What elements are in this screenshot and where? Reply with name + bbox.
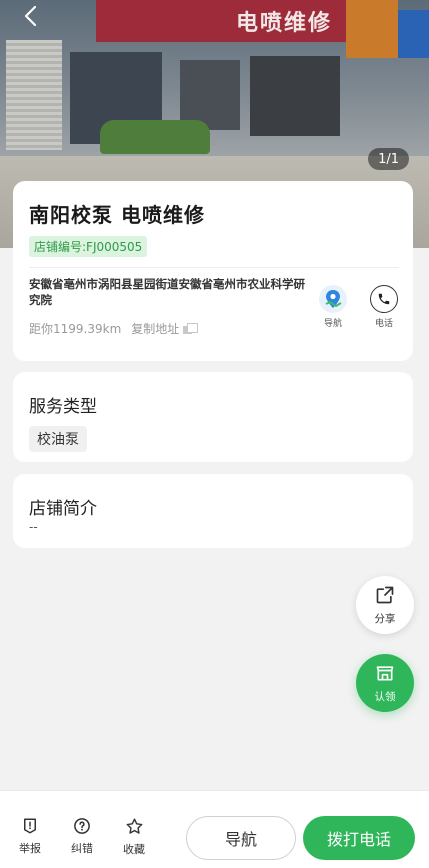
phone-icon <box>370 285 398 313</box>
shop-name: 南阳校泵 电喷维修 <box>29 203 205 227</box>
shop-address: 安徽省亳州市涡阳县星园街道安徽省亳州市农业科学研究院 <box>29 277 305 307</box>
service-type-title: 服务类型 <box>29 397 97 417</box>
call-button[interactable]: 拨打电话 <box>303 816 415 860</box>
copy-icon <box>183 323 199 334</box>
favorite-label: 收藏 <box>123 843 145 856</box>
shop-intro-text: -- <box>29 520 38 534</box>
correct-label: 纠错 <box>71 842 93 855</box>
report-button[interactable]: 举报 <box>12 817 48 856</box>
distance-text: 距你1199.39km <box>29 322 122 336</box>
photo-sign-text: 电喷维修 <box>235 11 332 36</box>
share-icon <box>375 585 395 608</box>
distance-row: 距你1199.39km 复制地址 <box>29 320 199 337</box>
correct-button[interactable]: 纠错 <box>64 817 100 856</box>
navigate-action[interactable]: 导航 <box>313 285 353 329</box>
shop-info-card: 南阳校泵 电喷维修 店铺编号:FJ000505 安徽省亳州市涡阳县星园街道安徽省… <box>13 181 413 361</box>
back-icon[interactable] <box>20 4 44 28</box>
call-action-label: 电话 <box>374 319 393 329</box>
claim-button[interactable]: 认领 <box>356 654 414 712</box>
photo-sign-detail <box>398 10 429 58</box>
bottom-action-bar: 举报 纠错 收藏 导航 拨打电话 <box>0 790 429 868</box>
service-tag: 校油泵 <box>29 426 87 452</box>
copy-address-link[interactable]: 复制地址 <box>131 320 199 337</box>
photo-shutter-detail <box>6 40 62 150</box>
map-pin-icon <box>319 285 347 313</box>
shop-code-badge: 店铺编号:FJ000505 <box>29 236 148 257</box>
photo-storefront-detail <box>250 56 340 136</box>
star-icon <box>125 817 144 839</box>
photo-storefront-sign: 电喷维修 <box>96 0 346 42</box>
storefront-icon <box>375 663 395 686</box>
report-label: 举报 <box>19 842 41 855</box>
navigate-action-label: 导航 <box>323 319 342 329</box>
divider <box>29 267 399 268</box>
navigate-button[interactable]: 导航 <box>186 816 296 860</box>
claim-label: 认领 <box>374 690 396 703</box>
image-counter: 1/1 <box>368 148 409 170</box>
call-action[interactable]: 电话 <box>364 285 404 329</box>
share-label: 分享 <box>374 612 396 625</box>
shop-intro-card: 店铺简介 -- <box>13 474 413 548</box>
report-icon <box>21 817 39 838</box>
question-icon <box>73 817 91 838</box>
favorite-button[interactable]: 收藏 <box>116 817 152 857</box>
share-button[interactable]: 分享 <box>356 576 414 634</box>
photo-sign-detail <box>346 0 398 58</box>
photo-plants-detail <box>100 120 210 154</box>
service-type-card: 服务类型 校油泵 <box>13 372 413 462</box>
shop-intro-title: 店铺简介 <box>29 499 97 519</box>
copy-address-label: 复制地址 <box>131 322 180 336</box>
